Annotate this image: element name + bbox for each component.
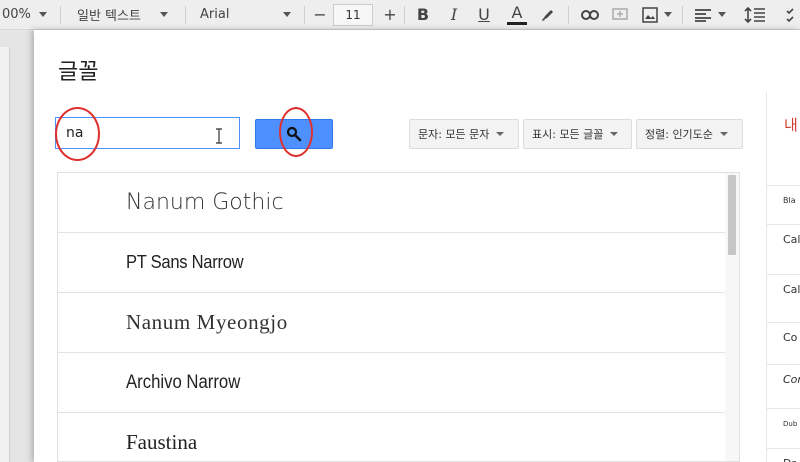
font-option-archivo-narrow[interactable]: Archivo Narrow bbox=[58, 353, 727, 413]
text-color-icon: A bbox=[511, 2, 523, 22]
underline-button[interactable]: U bbox=[477, 0, 491, 29]
my-font-item[interactable]: Dr bbox=[767, 448, 800, 462]
my-fonts-panel: Bla Cal Cal Co Cor Dub Dr bbox=[766, 92, 800, 462]
checklist-button[interactable] bbox=[786, 0, 800, 29]
font-option-faustina[interactable]: Faustina bbox=[58, 413, 727, 461]
image-icon bbox=[642, 6, 658, 23]
align-button[interactable] bbox=[694, 0, 726, 29]
comment-icon bbox=[612, 7, 628, 20]
font-list: Nanum Gothic PT Sans Narrow Nanum Myeong… bbox=[57, 172, 740, 462]
italic-button[interactable]: I bbox=[447, 0, 461, 29]
script-filter-dropdown[interactable]: 문자: 모든 문자 bbox=[409, 119, 519, 149]
align-left-icon bbox=[695, 8, 711, 22]
font-option-label: Nanum Gothic bbox=[126, 190, 284, 215]
toolbar-divider bbox=[682, 6, 683, 24]
font-size-input[interactable]: 11 bbox=[333, 4, 373, 26]
increase-font-size-button[interactable]: + bbox=[382, 0, 398, 29]
italic-icon: I bbox=[450, 5, 458, 24]
toolbar-divider bbox=[568, 6, 569, 24]
my-font-item[interactable]: Cal bbox=[767, 224, 800, 254]
font-option-label: Faustina bbox=[126, 430, 198, 454]
dialog-title: 글꼴 bbox=[58, 60, 99, 85]
font-value: Arial bbox=[200, 7, 230, 22]
decrease-font-size-button[interactable]: − bbox=[312, 0, 328, 29]
image-caret-icon bbox=[664, 12, 672, 17]
show-filter-label: 표시: 모든 글꼴 bbox=[532, 128, 604, 141]
sort-dropdown[interactable]: 정렬: 인기도순 bbox=[636, 119, 743, 149]
font-option-nanum-myeongjo[interactable]: Nanum Myeongjo bbox=[58, 293, 727, 353]
chevron-down-icon bbox=[719, 132, 728, 136]
checklist-icon bbox=[786, 7, 794, 22]
highlight-button[interactable] bbox=[540, 0, 556, 29]
font-option-pt-sans-narrow[interactable]: PT Sans Narrow bbox=[58, 233, 727, 293]
sort-label: 정렬: 인기도순 bbox=[645, 128, 713, 141]
document-ruler bbox=[0, 47, 10, 462]
scrollbar-thumb[interactable] bbox=[728, 175, 736, 255]
font-list-scrollbar[interactable] bbox=[725, 173, 739, 461]
underline-icon: U bbox=[478, 5, 490, 24]
toolbar-divider bbox=[304, 6, 305, 24]
bold-icon: B bbox=[416, 5, 430, 24]
line-spacing-icon bbox=[744, 6, 765, 23]
my-font-label: Dr bbox=[783, 457, 796, 462]
font-caret-icon bbox=[283, 12, 292, 17]
my-font-item[interactable]: Cal bbox=[767, 274, 800, 304]
toolbar-divider bbox=[60, 6, 61, 24]
show-filter-dropdown[interactable]: 표시: 모든 글꼴 bbox=[523, 119, 632, 149]
font-option-label: Archivo Narrow bbox=[126, 371, 241, 393]
zoom-caret-icon bbox=[38, 12, 47, 17]
my-font-item[interactable]: Dub bbox=[767, 408, 800, 438]
align-caret-icon bbox=[718, 12, 726, 17]
my-font-label: Bla bbox=[783, 196, 796, 205]
font-option-label: PT Sans Narrow bbox=[126, 252, 244, 272]
my-font-label: Cal bbox=[783, 233, 800, 246]
my-font-item[interactable]: Cor bbox=[767, 364, 800, 394]
font-option-nanum-gothic[interactable]: Nanum Gothic bbox=[58, 173, 727, 233]
my-font-label: Cal bbox=[783, 283, 800, 296]
my-font-item[interactable]: Co bbox=[767, 322, 800, 352]
style-value: 일반 텍스트 bbox=[77, 9, 141, 24]
my-font-label: Cor bbox=[783, 373, 800, 386]
my-font-label: Co bbox=[783, 331, 798, 344]
annotation-circle-search-button bbox=[279, 107, 313, 157]
my-font-label: Dub bbox=[783, 419, 798, 428]
minus-icon: − bbox=[313, 5, 327, 24]
font-dialog: 글꼴 문자: 모든 문자 표시: 모든 글꼴 정렬: 인기도순 Nanum Go… bbox=[34, 30, 800, 462]
text-color-button[interactable]: A bbox=[506, 0, 528, 29]
chevron-down-icon bbox=[496, 132, 505, 136]
insert-comment-button[interactable] bbox=[612, 0, 628, 29]
highlighter-icon bbox=[542, 9, 553, 21]
font-option-label: Nanum Myeongjo bbox=[126, 310, 288, 334]
text-cursor-icon bbox=[216, 128, 222, 144]
insert-link-button[interactable] bbox=[581, 0, 599, 29]
toolbar-divider bbox=[404, 6, 405, 24]
style-select[interactable]: 일반 텍스트 bbox=[77, 0, 168, 29]
zoom-select[interactable]: 00% bbox=[2, 0, 47, 29]
font-select[interactable]: Arial bbox=[200, 0, 292, 29]
chevron-down-icon bbox=[610, 132, 619, 136]
font-size-value: 11 bbox=[345, 8, 361, 22]
line-spacing-button[interactable] bbox=[744, 0, 766, 29]
plus-icon: + bbox=[383, 5, 397, 24]
toolbar-divider bbox=[185, 6, 186, 24]
annotation-circle-search-input bbox=[55, 107, 100, 161]
bold-button[interactable]: B bbox=[416, 0, 430, 29]
my-fonts-heading: 내 bbox=[784, 116, 798, 134]
link-icon bbox=[581, 9, 599, 20]
script-filter-label: 문자: 모든 문자 bbox=[418, 128, 490, 141]
my-font-item[interactable]: Bla bbox=[767, 185, 800, 215]
style-caret-icon bbox=[159, 12, 168, 17]
text-color-swatch bbox=[507, 21, 527, 25]
zoom-value: 00% bbox=[2, 7, 31, 22]
insert-image-button[interactable] bbox=[642, 0, 672, 29]
toolbar: 00% 일반 텍스트 Arial − 11 + B I U A bbox=[0, 0, 800, 30]
